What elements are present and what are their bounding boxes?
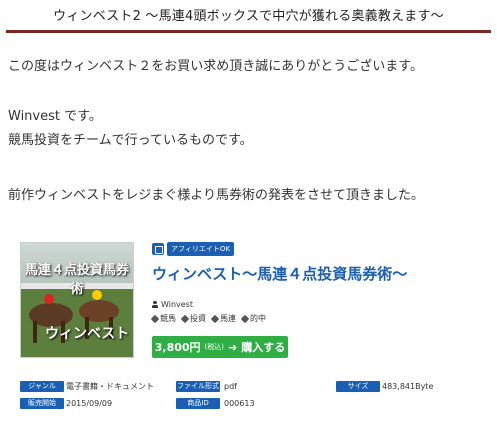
product-id-value: 000613 [224, 399, 255, 408]
size-value: 483,841Byte [382, 382, 434, 391]
genre-label: ジャンル [20, 381, 64, 392]
buy-button[interactable]: 3,800円 (税込) ➜ 購入する [152, 336, 288, 358]
tag-list: 競馬 投資 馬連 的中 [150, 313, 266, 324]
tag-item[interactable]: 的中 [240, 313, 266, 324]
release-date-label: 販売開始 [20, 398, 64, 409]
intro-paragraph-team: 競馬投資をチームで行っているものです。 [8, 133, 253, 148]
arrow-right-icon: ➜ [228, 340, 238, 354]
product-thumbnail[interactable]: 馬連４点投資馬券術 ウィンベスト [20, 242, 134, 358]
tag-item[interactable]: 馬連 [210, 313, 236, 324]
intro-paragraph-previous: 前作ウィンベストをレジまぐ様より馬券術の発表をさせて頂きました。 [8, 188, 425, 203]
intro-paragraph-thanks: この度はウィンベスト２をお買い求め頂き誠にありがとうございます。 [8, 59, 423, 74]
author[interactable]: Winvest [152, 300, 193, 309]
tag-icon [240, 314, 250, 323]
tag-icon [210, 314, 220, 323]
buy-label: 購入する [241, 341, 286, 354]
product-title-link[interactable]: ウィンベスト～馬連４点投資馬券術～ [152, 263, 407, 284]
tag-icon [150, 314, 160, 323]
release-date-value: 2015/09/09 [66, 399, 113, 408]
format-label: ファイル形式 [176, 381, 220, 392]
tag-item[interactable]: 投資 [180, 313, 206, 324]
tax-note: (税込) [204, 343, 225, 351]
genre-value: 電子書籍・ドキュメント [66, 382, 154, 391]
page-title: ウィンベスト2 ～馬連4頭ボックスで中穴が獲れる奥義教えます～ [53, 9, 444, 24]
tag-icon [180, 314, 190, 323]
affiliate-icon [152, 243, 164, 255]
intro-paragraph-name: Winvest です。 [8, 109, 102, 124]
affiliate-badge: アフィリエイトOK [152, 242, 234, 256]
person-icon [152, 301, 158, 308]
page-header: ウィンベスト2 ～馬連4頭ボックスで中穴が獲れる奥義教えます～ [6, 6, 491, 33]
affiliate-badge-label: アフィリエイトOK [167, 242, 234, 256]
thumbnail-title: 馬連４点投資馬券術 [24, 263, 129, 297]
author-name: Winvest [161, 300, 193, 309]
size-label: サイズ [336, 381, 380, 392]
tag-item[interactable]: 競馬 [150, 313, 176, 324]
thumbnail-logo: ウィンベスト [45, 326, 130, 342]
product-id-label: 商品ID [176, 398, 220, 409]
format-value: pdf [224, 382, 237, 391]
price: 3,800円 [154, 341, 201, 354]
